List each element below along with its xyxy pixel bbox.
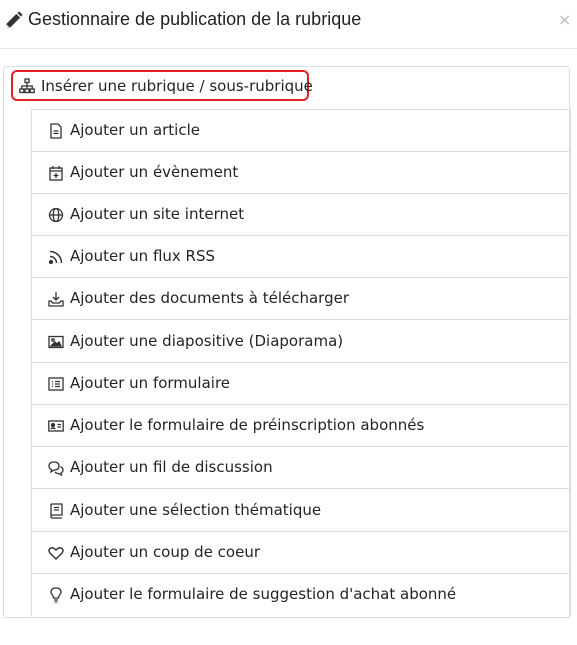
list-item-favorite[interactable]: Ajouter un coup de coeur <box>32 532 570 574</box>
list-item-website[interactable]: Ajouter un site internet <box>32 194 570 236</box>
modal-title: Gestionnaire de publication de la rubriq… <box>28 9 362 29</box>
list-item-label: Ajouter une sélection thématique <box>70 501 322 519</box>
list-item-article[interactable]: Ajouter un article <box>32 110 570 152</box>
list-item-event[interactable]: Ajouter un évènement <box>32 152 570 194</box>
download-tray-icon <box>48 291 64 307</box>
calendar-plus-icon <box>48 165 64 181</box>
list-item-purchase-suggestion[interactable]: Ajouter le formulaire de suggestion d'ac… <box>32 574 570 616</box>
list-item-slide[interactable]: Ajouter une diapositive (Diaporama) <box>32 321 570 363</box>
list-item-discussion[interactable]: Ajouter un fil de discussion <box>32 447 570 489</box>
list-item-label: Ajouter un article <box>70 121 200 139</box>
comments-icon <box>48 460 64 476</box>
modal-header: Gestionnaire de publication de la rubriq… <box>0 0 577 49</box>
image-icon <box>48 334 64 350</box>
insert-rubrique-item[interactable]: Insérer une rubrique / sous-rubrique <box>11 70 313 101</box>
list-item-preregistration[interactable]: Ajouter le formulaire de préinscription … <box>32 405 570 447</box>
list-item-documents[interactable]: Ajouter des documents à télécharger <box>32 278 570 320</box>
insert-rubrique-label: Insérer une rubrique / sous-rubrique <box>41 76 313 95</box>
list-item-label: Ajouter un fil de discussion <box>70 458 273 476</box>
list-item-label: Ajouter une diapositive (Diaporama) <box>70 332 344 350</box>
list-item-label: Ajouter un évènement <box>70 163 239 181</box>
rss-icon <box>48 249 64 265</box>
file-icon <box>48 123 64 139</box>
lightbulb-icon <box>48 587 64 603</box>
list-alt-icon <box>48 376 64 392</box>
list-item-label: Ajouter le formulaire de suggestion d'ac… <box>70 585 457 603</box>
close-icon[interactable]: × <box>558 10 571 29</box>
list-item-label: Ajouter un site internet <box>70 205 245 223</box>
list-item-label: Ajouter le formulaire de préinscription … <box>70 416 425 434</box>
list-item-rss[interactable]: Ajouter un flux RSS <box>32 236 570 278</box>
heart-icon <box>48 545 64 561</box>
list-item-thematic[interactable]: Ajouter une sélection thématique <box>32 490 570 532</box>
globe-icon <box>48 207 64 223</box>
list-item-label: Ajouter un formulaire <box>70 374 231 392</box>
id-card-icon <box>48 418 64 434</box>
add-content-list: Ajouter un article Ajouter un évènement … <box>31 109 571 618</box>
book-icon <box>48 503 64 519</box>
list-item-form[interactable]: Ajouter un formulaire <box>32 363 570 405</box>
pencil-icon <box>4 11 23 30</box>
list-item-label: Ajouter des documents à télécharger <box>70 289 349 307</box>
list-item-label: Ajouter un flux RSS <box>70 247 216 265</box>
sitemap-icon <box>19 77 35 94</box>
list-item-label: Ajouter un coup de coeur <box>70 543 261 561</box>
